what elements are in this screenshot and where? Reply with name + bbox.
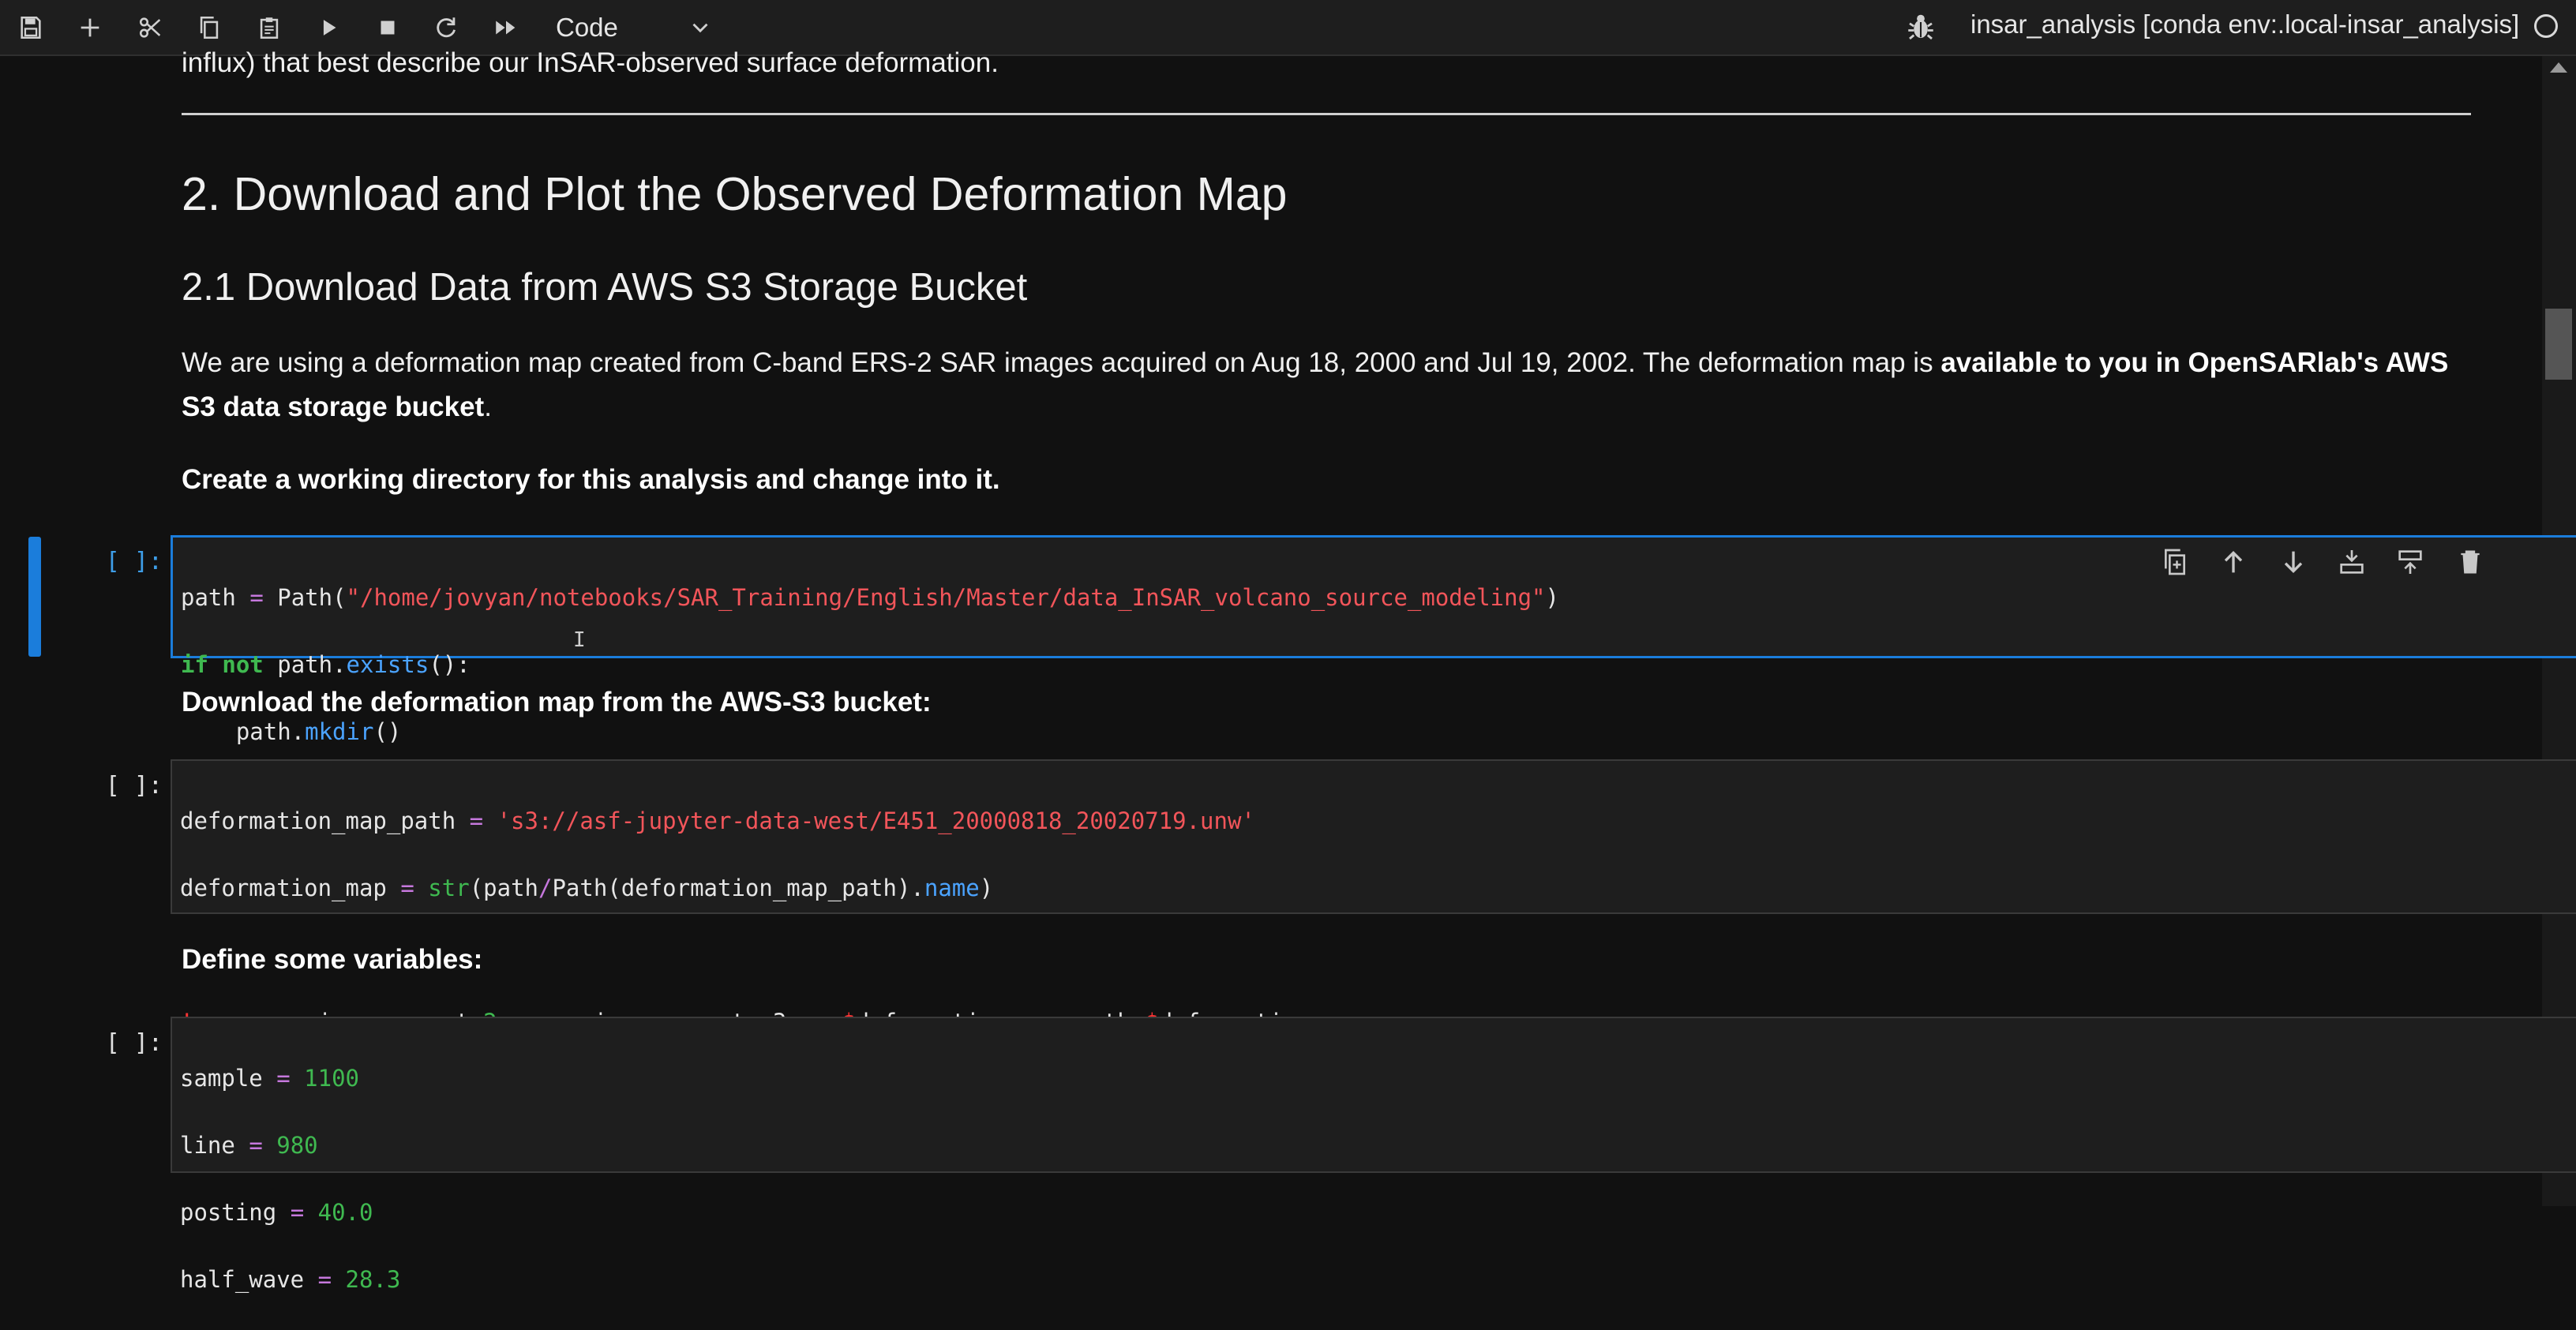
cut-icon[interactable] [133,9,169,46]
run-icon[interactable] [311,9,347,46]
paste-icon[interactable] [251,9,287,46]
cell-prompt: [ ]: [105,1029,163,1057]
save-icon[interactable] [13,9,49,46]
create-dir-text: Create a working directory for this anal… [182,464,1000,495]
intro-end: . [484,392,492,422]
text-cursor-ibeam-icon: I [573,628,586,652]
scroll-up-arrow-icon[interactable] [2550,62,2567,73]
code-cell-variables[interactable]: sample = 1100 line = 980 posting = 40.0 … [171,1017,2576,1293]
stop-icon[interactable] [369,9,406,46]
cell-type-label: Code [556,13,618,42]
kernel-status-icon [2534,14,2558,38]
cell-prompt: [ ]: [105,772,163,800]
horizontal-rule [182,113,2471,115]
move-up-icon[interactable] [2218,546,2252,581]
add-cell-icon[interactable] [72,9,108,46]
insert-cell-above-icon[interactable] [2336,546,2371,581]
markdown-intro-paragraph: We are using a deformation map created f… [182,341,2471,429]
cell-prompt: [ ]: [105,548,163,575]
insert-cell-below-icon[interactable] [2394,546,2429,581]
active-cell-indicator [28,537,41,657]
heading-download-plot: 2. Download and Plot the Observed Deform… [182,168,1288,220]
define-variables-text: Define some variables: [182,944,483,975]
markdown-define-variables: Define some variables: [182,938,2471,982]
kernel-name[interactable]: insar_analysis [conda env:.local-insar_a… [1970,9,2519,39]
markdown-create-dir: Create a working directory for this anal… [182,458,2471,502]
duplicate-cell-icon[interactable] [2159,546,2194,581]
scrollbar-thumb[interactable] [2545,309,2572,380]
run-all-icon[interactable] [488,9,524,46]
markdown-partial-text: influx) that best describe our InSAR-obs… [182,47,999,78]
download-map-text: Download the deformation map from the AW… [182,687,932,717]
markdown-download-map: Download the deformation map from the AW… [182,680,2471,725]
heading-download-s3: 2.1 Download Data from AWS S3 Storage Bu… [182,266,1028,309]
intro-text: We are using a deformation map created f… [182,347,1941,378]
restart-icon[interactable] [428,9,464,46]
debugger-bug-icon[interactable] [1904,11,1937,44]
move-down-icon[interactable] [2278,546,2312,581]
delete-cell-icon[interactable] [2454,546,2489,581]
cell-toolbar [2159,546,2483,584]
copy-icon[interactable] [191,9,227,46]
cell-type-dropdown[interactable]: Code [545,8,718,47]
code-cell-download[interactable]: deformation_map_path = 's3://asf-jupyter… [171,759,2576,1036]
